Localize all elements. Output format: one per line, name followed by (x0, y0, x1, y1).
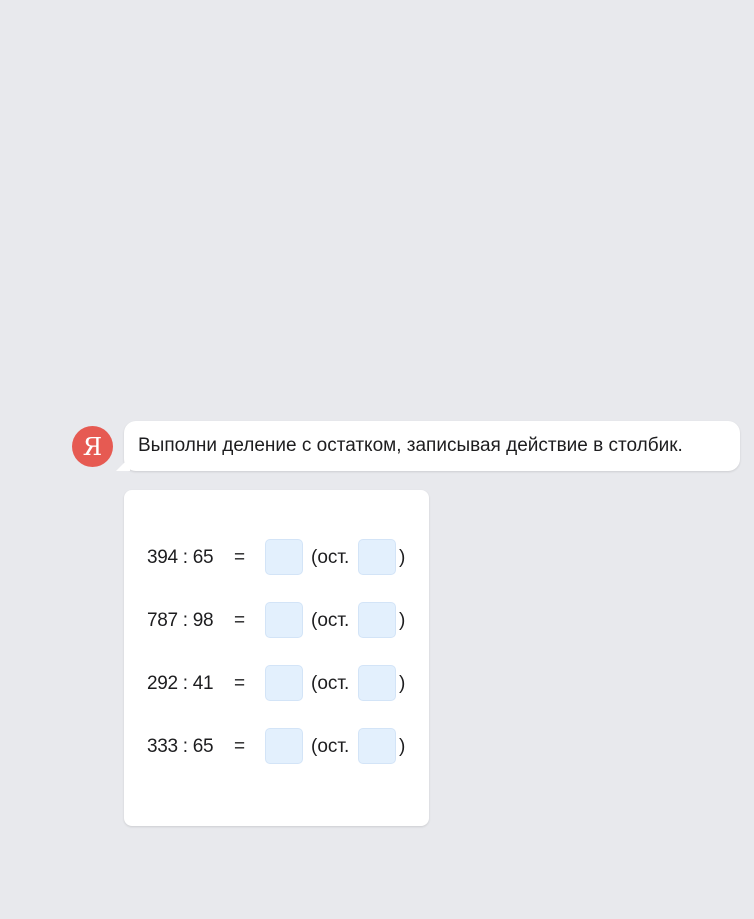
quotient-input[interactable] (265, 665, 303, 701)
remainder-label: (ост. (311, 673, 350, 694)
equals-sign: = (234, 736, 246, 757)
quotient-input[interactable] (265, 602, 303, 638)
division-expression: 292 : 41 (147, 673, 214, 694)
equation-row: 787 : 98 = (ост. ) (124, 602, 429, 639)
remainder-label: (ост. (311, 547, 350, 568)
division-expression: 787 : 98 (147, 610, 214, 631)
remainder-label: (ост. (311, 610, 350, 631)
closing-paren: ) (399, 736, 406, 757)
message-bubble: Выполни деление с остатком, записывая де… (124, 421, 740, 471)
avatar-letter: Я (82, 432, 103, 461)
equation-row: 394 : 65 = (ост. ) (124, 539, 429, 576)
equals-sign: = (234, 547, 246, 568)
task-card: 394 : 65 = (ост. ) 787 : 98 = (ост. ) 29… (124, 490, 429, 826)
equals-sign: = (234, 610, 246, 631)
equation-row: 292 : 41 = (ост. ) (124, 665, 429, 702)
closing-paren: ) (399, 547, 406, 568)
quotient-input[interactable] (265, 728, 303, 764)
avatar: Я (72, 426, 113, 467)
division-expression: 394 : 65 (147, 547, 214, 568)
equals-sign: = (234, 673, 246, 694)
remainder-label: (ост. (311, 736, 350, 757)
quotient-input[interactable] (265, 539, 303, 575)
remainder-input[interactable] (358, 602, 396, 638)
closing-paren: ) (399, 673, 406, 694)
remainder-input[interactable] (358, 728, 396, 764)
message-text: Выполни деление с остатком, записывая де… (138, 435, 683, 456)
equation-row: 333 : 65 = (ост. ) (124, 728, 429, 765)
remainder-input[interactable] (358, 539, 396, 575)
closing-paren: ) (399, 610, 406, 631)
remainder-input[interactable] (358, 665, 396, 701)
division-expression: 333 : 65 (147, 736, 214, 757)
